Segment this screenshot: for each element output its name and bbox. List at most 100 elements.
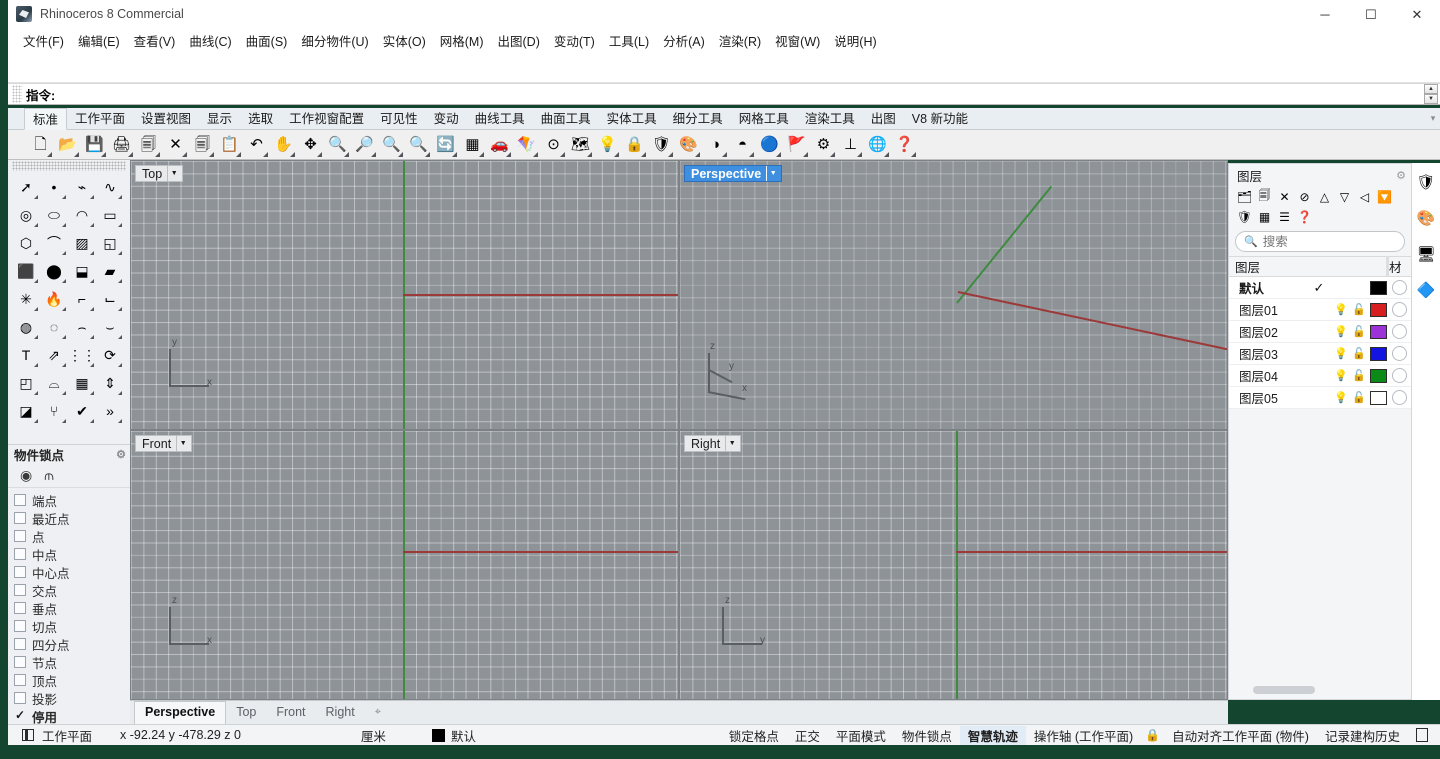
layer-row[interactable]: 图层02 💡 🔓 xyxy=(1229,321,1411,343)
layer-visibility-bulb-icon[interactable]: 💡 xyxy=(1332,303,1350,316)
zoom-selected-icon[interactable]: 🔍 xyxy=(406,132,431,158)
analyze-direction-icon[interactable]: ⊙ xyxy=(541,132,566,158)
dimension-icon[interactable]: ⊥ xyxy=(838,132,863,158)
current-layer-check-icon[interactable]: ✓ xyxy=(1306,280,1332,296)
flag-icon[interactable]: 🚩 xyxy=(784,132,809,158)
viewport-front-label[interactable]: Front ▼ xyxy=(135,435,193,452)
split-icon[interactable]: ◪ xyxy=(12,397,40,425)
properties-tab-icon[interactable]: 🔷 xyxy=(1413,277,1439,303)
checkbox-icon[interactable] xyxy=(14,494,26,506)
checkbox-icon[interactable] xyxy=(14,548,26,560)
menu-solid[interactable]: 实体(O) xyxy=(376,28,433,53)
box-icon[interactable]: ⬛ xyxy=(12,257,40,285)
toolbar-tab-细分工具[interactable]: 细分工具 xyxy=(665,108,731,129)
copy-icon[interactable]: 🗐 xyxy=(190,132,215,158)
layer-color-swatch[interactable] xyxy=(1370,280,1387,295)
layer-lock-icon[interactable]: 🔓 xyxy=(1350,303,1368,316)
toolbar-tab-设置视图[interactable]: 设置视图 xyxy=(133,108,199,129)
chevron-down-icon[interactable]: ▼ xyxy=(167,166,180,181)
surface-sweep-icon[interactable]: ◱ xyxy=(96,229,124,257)
select-arrow-icon[interactable]: ➚ xyxy=(12,173,40,201)
menu-help[interactable]: 说明(H) xyxy=(827,28,883,53)
toolbar-tab-选取[interactable]: 选取 xyxy=(240,108,281,129)
filter-funnel-icon[interactable]: 🔽 xyxy=(1375,187,1394,206)
checkbox-icon[interactable] xyxy=(14,656,26,668)
current-layer-name[interactable]: 默认 xyxy=(451,726,476,745)
surface-from-curves-icon[interactable]: ▨ xyxy=(68,229,96,257)
checkbox-icon[interactable] xyxy=(14,530,26,542)
osnap-item-8[interactable]: 四分点 xyxy=(14,635,130,653)
delete-icon[interactable]: ✕ xyxy=(163,132,188,158)
text-icon[interactable]: T xyxy=(12,341,40,369)
open-file-icon[interactable]: 📂 xyxy=(55,132,80,158)
freeform-curve-icon[interactable]: ⌒ xyxy=(40,229,68,257)
zoom-previous-icon[interactable]: 🔄 xyxy=(433,132,458,158)
layer-color-swatch[interactable] xyxy=(1370,346,1387,361)
duplicate-layer-icon[interactable]: 🗐 xyxy=(1255,187,1274,206)
shield-icon[interactable]: 🛡 xyxy=(649,132,674,158)
osnap-item-9[interactable]: 节点 xyxy=(14,653,130,671)
gear-render-icon[interactable]: ⚙ xyxy=(811,132,836,158)
layer-material-swatch[interactable] xyxy=(1392,346,1407,361)
explode-icon[interactable]: ✳ xyxy=(12,285,40,313)
solid-tools-icon[interactable]: ◰ xyxy=(12,369,40,397)
toolbar-tab-实体工具[interactable]: 实体工具 xyxy=(599,108,665,129)
layer-lock-icon[interactable]: 🔓 xyxy=(1350,347,1368,360)
point-icon[interactable]: • xyxy=(40,173,68,201)
layout-icon[interactable]: 🗺 xyxy=(568,132,593,158)
menu-subd[interactable]: 细分物件(U) xyxy=(294,28,375,53)
viewport-tab-right[interactable]: Right xyxy=(316,702,365,724)
osnap-item-1[interactable]: 最近点 xyxy=(14,509,130,527)
fillet-icon[interactable]: ⌐ xyxy=(68,285,96,313)
osnap-item-11[interactable]: 投影 xyxy=(14,689,130,707)
osnap-item-12[interactable]: 停用 xyxy=(14,707,130,725)
layer-color-swatch[interactable] xyxy=(1370,390,1387,405)
viewport-top-label[interactable]: Top ▼ xyxy=(135,165,184,182)
osnap-item-0[interactable]: 端点 xyxy=(14,491,130,509)
layer-material-swatch[interactable] xyxy=(1392,302,1407,317)
render-sphere-icon[interactable]: 🔵 xyxy=(757,132,782,158)
layer-visibility-bulb-icon[interactable]: 💡 xyxy=(1332,347,1350,360)
status-panel-icon[interactable] xyxy=(1416,728,1428,742)
status-toggle-记录建构历史[interactable]: 记录建构历史 xyxy=(1317,726,1408,745)
circle-icon[interactable]: ◎ xyxy=(12,201,40,229)
toolbar-tab-曲线工具[interactable]: 曲线工具 xyxy=(467,108,533,129)
layer-row[interactable]: 图层01 💡 🔓 xyxy=(1229,299,1411,321)
layers-horizontal-scrollbar[interactable] xyxy=(1231,686,1409,696)
viewport-right-label[interactable]: Right ▼ xyxy=(684,435,742,452)
sphere-icon[interactable]: ⬤ xyxy=(40,257,68,285)
lock-icon[interactable]: 🔒 xyxy=(1141,728,1164,742)
osnap-filter-icon[interactable]: ⫙ xyxy=(44,467,54,484)
grid-array-icon[interactable]: ▦ xyxy=(68,369,96,397)
viewport-tab-top[interactable]: Top xyxy=(226,702,266,724)
toolbar-tabs-overflow-icon[interactable]: ▾ xyxy=(1426,108,1440,129)
checkbox-icon[interactable] xyxy=(14,674,26,686)
toolbar-tab-曲面工具[interactable]: 曲面工具 xyxy=(533,108,599,129)
layer-search-input[interactable] xyxy=(1262,234,1424,249)
status-toggle-正交[interactable]: 正交 xyxy=(787,726,828,745)
osnap-item-10[interactable]: 顶点 xyxy=(14,671,130,689)
current-layer-color-swatch[interactable] xyxy=(431,728,445,742)
layer-material-swatch[interactable] xyxy=(1392,280,1407,295)
menu-tools[interactable]: 工具(L) xyxy=(602,28,656,53)
color-wheel-tab-icon[interactable]: 🎨 xyxy=(1413,205,1439,231)
more-icon[interactable]: » xyxy=(96,397,124,425)
toolbar-tab-网格工具[interactable]: 网格工具 xyxy=(731,108,797,129)
wireframe-icon[interactable]: 🪁 xyxy=(514,132,539,158)
viewport-perspective[interactable]: Perspective ▼ z y x xyxy=(680,161,1227,429)
osnap-item-3[interactable]: 中点 xyxy=(14,545,130,563)
command-scroll-spinner[interactable]: ▲ ▼ xyxy=(1424,84,1438,104)
lock-icon[interactable]: 🔒 xyxy=(622,132,647,158)
left-toolbar-grip[interactable] xyxy=(12,161,126,171)
scrollbar-thumb[interactable] xyxy=(1253,686,1315,694)
layer-filter-icon[interactable]: ⊘ xyxy=(1295,187,1314,206)
layer-row[interactable]: 图层03 💡 🔓 xyxy=(1229,343,1411,365)
move-up-icon[interactable]: △ xyxy=(1315,187,1334,206)
toolbar-tab-显示[interactable]: 显示 xyxy=(199,108,240,129)
osnap-item-4[interactable]: 中心点 xyxy=(14,563,130,581)
loft-icon[interactable]: ⌓ xyxy=(40,369,68,397)
new-layer-icon[interactable]: 🗂 xyxy=(1235,187,1254,206)
viewport-tab-front[interactable]: Front xyxy=(266,702,315,724)
checkbox-icon[interactable] xyxy=(14,708,26,722)
status-toggle-锁定格点[interactable]: 锁定格点 xyxy=(721,726,787,745)
